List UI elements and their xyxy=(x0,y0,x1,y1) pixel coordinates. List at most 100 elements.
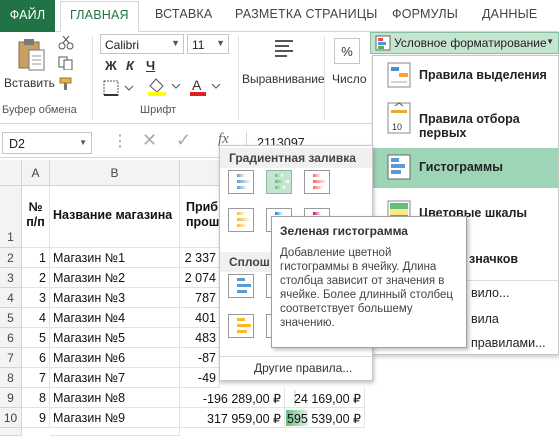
tab-formulas[interactable]: ФОРМУЛЫ xyxy=(392,7,458,21)
cell-store-name[interactable]: Магазин №8 xyxy=(50,388,180,408)
row-header[interactable]: 8 xyxy=(0,368,22,388)
conditional-formatting-label: Условное форматирование xyxy=(394,36,547,50)
row-header[interactable] xyxy=(0,428,22,436)
number-label: Число xyxy=(332,72,367,86)
copy-icon[interactable] xyxy=(58,56,74,70)
row-header[interactable]: 7 xyxy=(0,348,22,368)
tooltip-body: Добавление цветной гистограммы в ячейку.… xyxy=(280,247,453,329)
menu-item-top-bottom-rules[interactable]: 10 Правила отбора первых xyxy=(373,98,558,142)
cell-store-name[interactable]: Магазин №3 xyxy=(50,288,180,308)
tab-insert[interactable]: ВСТАВКА xyxy=(155,7,212,21)
cell-profit-last[interactable]: 317 959,00 ₽ xyxy=(180,408,285,428)
underline-button[interactable]: Ч xyxy=(146,58,155,73)
row-header[interactable]: 3 xyxy=(0,268,22,288)
bar-sample xyxy=(275,212,283,215)
cell-number[interactable]: 7 xyxy=(22,368,50,388)
orange-data-bar-icon[interactable] xyxy=(228,208,254,232)
bar-sample xyxy=(237,330,247,333)
font-size-select[interactable]: 11 ▼ xyxy=(187,34,229,54)
header-number[interactable]: № п/п xyxy=(22,186,50,248)
cell-profit-current[interactable]: 595 539,00 ₽ xyxy=(285,408,365,428)
cell-profit-last[interactable]: 2 337 xyxy=(180,248,220,268)
header-profit[interactable]: Приб прошл xyxy=(180,186,220,248)
row-header[interactable]: 4 xyxy=(0,288,22,308)
column-header-b[interactable]: B xyxy=(50,160,180,186)
menu-item-label: Правила отбора первых xyxy=(419,112,520,140)
header-store-name[interactable]: Название магазина xyxy=(50,186,180,248)
format-painter-icon[interactable] xyxy=(58,77,74,91)
orange-solid-bar-icon[interactable] xyxy=(228,314,254,338)
menu-item-label: значков xyxy=(469,252,519,266)
select-all-corner[interactable] xyxy=(0,160,22,186)
italic-button[interactable]: К xyxy=(126,58,134,73)
tooltip-title: Зеленая гистограмма xyxy=(280,224,408,238)
row-header[interactable]: 5 xyxy=(0,308,22,328)
row-header[interactable]: 1 xyxy=(0,186,22,248)
cell-number[interactable]: 8 xyxy=(22,388,50,408)
enter-icon[interactable]: ✓ xyxy=(176,130,191,151)
cancel-icon[interactable]: ✕ xyxy=(142,130,157,151)
ribbon-tabs: ФАЙЛ ГЛАВНАЯ ВСТАВКА РАЗМЕТКА СТРАНИЦЫ Ф… xyxy=(0,0,559,32)
clipboard-group-label: Буфер обмена xyxy=(2,104,77,116)
tab-page-layout[interactable]: РАЗМЕТКА СТРАНИЦЫ xyxy=(235,7,378,21)
menu-item-data-bars[interactable]: Гистограммы xyxy=(373,148,558,188)
blue-data-bar-icon[interactable] xyxy=(228,170,254,194)
fill-color-icon[interactable] xyxy=(146,76,186,98)
column-header-a[interactable]: A xyxy=(22,160,50,186)
conditional-formatting-button[interactable]: Условное форматирование ▼ xyxy=(370,32,559,54)
menu-item-highlight-rules[interactable]: Правила выделения xyxy=(373,56,558,96)
cell-number[interactable]: 6 xyxy=(22,348,50,368)
more-rules-link[interactable]: Другие правила... xyxy=(254,361,352,375)
cell-profit-current[interactable]: 224 169,00 ₽ xyxy=(285,388,365,408)
menu-item-label: Гистограммы xyxy=(419,160,503,174)
number-format-button[interactable]: % Число xyxy=(328,34,370,96)
chevron-down-icon: ▼ xyxy=(79,138,87,147)
alignment-button[interactable]: Выравнивание xyxy=(242,34,326,96)
name-box[interactable]: D2 ▼ xyxy=(2,132,92,154)
divider xyxy=(238,36,239,120)
cell-store-name[interactable]: Магазин №6 xyxy=(50,348,180,368)
cell-profit-last[interactable]: 483 xyxy=(180,328,220,348)
cell-profit-last[interactable]: 401 xyxy=(180,308,220,328)
cell-store-name[interactable]: Магазин №4 xyxy=(50,308,180,328)
bar-sample xyxy=(237,324,251,327)
tab-home[interactable]: ГЛАВНАЯ xyxy=(60,1,139,32)
row-header[interactable]: 2 xyxy=(0,248,22,268)
cell-number[interactable]: 3 xyxy=(22,288,50,308)
bar-sample xyxy=(275,180,289,183)
tab-data[interactable]: ДАННЫЕ xyxy=(482,7,537,21)
cut-icon[interactable] xyxy=(58,36,74,50)
red-data-bar-icon[interactable] xyxy=(304,170,330,194)
paste-button[interactable]: Вставить xyxy=(4,38,55,96)
cell-number[interactable]: 4 xyxy=(22,308,50,328)
cell-store-name[interactable]: Магазин №1 xyxy=(50,248,180,268)
bold-button[interactable]: Ж xyxy=(105,58,117,73)
cell-store-name[interactable] xyxy=(50,428,180,436)
bar-sample xyxy=(313,212,321,215)
cell-number[interactable]: 1 xyxy=(22,248,50,268)
cell-profit-last[interactable]: -196 289,00 ₽ xyxy=(180,388,285,408)
cell-store-name[interactable]: Магазин №7 xyxy=(50,368,180,388)
cell-fragment xyxy=(286,388,294,406)
cell-profit-last[interactable]: -87 xyxy=(180,348,220,368)
cell-number[interactable]: 5 xyxy=(22,328,50,348)
cell-number[interactable]: 9 xyxy=(22,408,50,428)
font-name-select[interactable]: Calibri ▼ xyxy=(100,34,184,54)
cell-store-name[interactable]: Магазин №5 xyxy=(50,328,180,348)
cell-store-name[interactable]: Магазин №9 xyxy=(50,408,180,428)
tab-file[interactable]: ФАЙЛ xyxy=(0,0,55,32)
cell-profit-last[interactable]: 2 074 xyxy=(180,268,220,288)
cell-store-name[interactable]: Магазин №2 xyxy=(50,268,180,288)
bar-sample xyxy=(275,174,283,177)
row-header[interactable]: 9 xyxy=(0,388,22,408)
font-color-icon[interactable]: A xyxy=(188,76,228,98)
blue-solid-bar-icon[interactable] xyxy=(228,274,254,298)
borders-icon[interactable] xyxy=(103,80,143,98)
cell-profit-last[interactable]: -49 xyxy=(180,368,220,388)
row-header[interactable]: 10 xyxy=(0,408,22,428)
cell-profit-last[interactable]: 787 xyxy=(180,288,220,308)
svg-text:10: 10 xyxy=(392,122,402,132)
row-header[interactable]: 6 xyxy=(0,328,22,348)
green-data-bar-icon[interactable] xyxy=(266,170,292,194)
cell-number[interactable]: 2 xyxy=(22,268,50,288)
